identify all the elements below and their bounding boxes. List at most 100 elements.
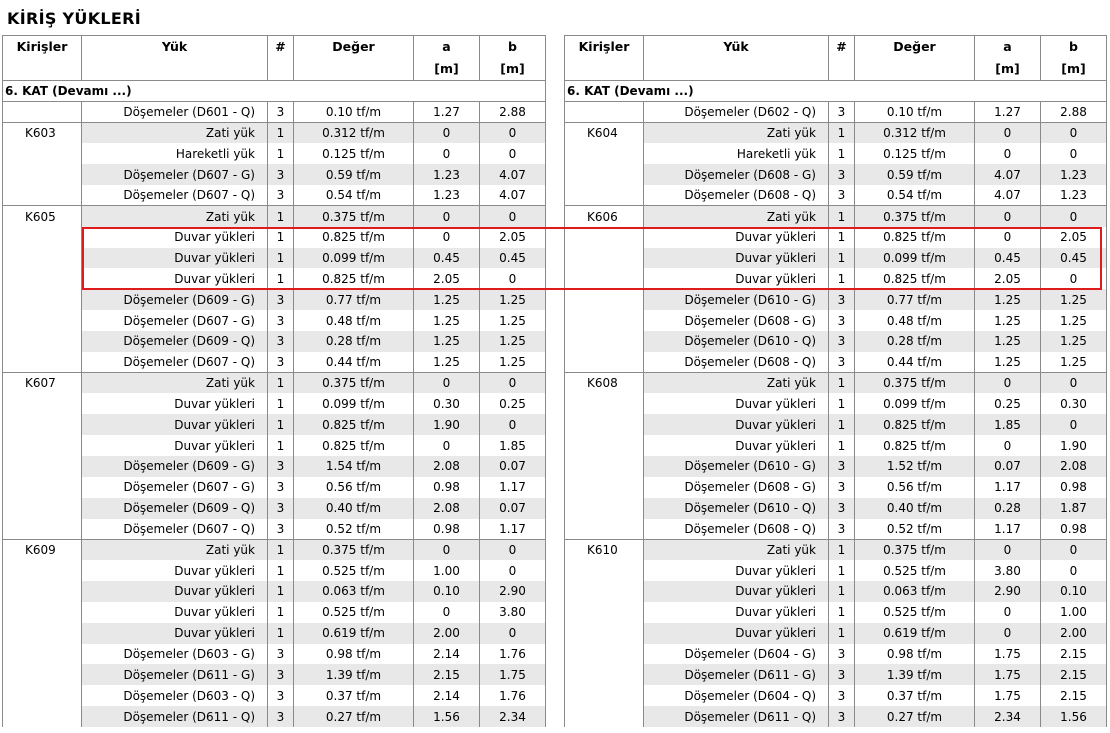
count-cell: 3 xyxy=(267,310,294,331)
a-cell: 4.07 xyxy=(974,185,1041,206)
col-header-value: Değer xyxy=(854,35,975,81)
b-cell: 0.45 xyxy=(1040,247,1107,269)
value-cell: 0.375 tf/m xyxy=(854,538,975,561)
count-cell: 3 xyxy=(828,706,855,727)
table-row: Duvar yükleri 1 0.619 tf/m 2.00 0 xyxy=(2,622,546,644)
beam-cell xyxy=(564,247,644,269)
beam-cell xyxy=(564,226,644,248)
table-row: Duvar yükleri 1 0.825 tf/m 1.85 0 xyxy=(564,414,1107,436)
table-row: Döşemeler (D607 - Q) 3 0.52 tf/m 0.98 1.17 xyxy=(2,518,546,540)
table-row: Döşemeler (D607 - G) 3 0.48 tf/m 1.25 1.25 xyxy=(2,310,546,331)
table-row: Duvar yükleri 1 0.825 tf/m 1.90 0 xyxy=(2,414,546,436)
load-cell: Duvar yükleri xyxy=(81,414,268,436)
load-cell: Döşemeler (D604 - G) xyxy=(643,643,829,665)
value-cell: 0.312 tf/m xyxy=(293,122,414,144)
beam-cell xyxy=(2,601,82,623)
load-cell: Duvar yükleri xyxy=(643,414,829,436)
value-cell: 0.825 tf/m xyxy=(293,226,414,248)
load-cell: Döşemeler (D608 - Q) xyxy=(643,351,829,373)
a-cell: 0 xyxy=(413,435,480,456)
count-cell: 1 xyxy=(828,205,855,227)
b-cell: 1.25 xyxy=(1040,330,1107,352)
b-cell: 1.25 xyxy=(1040,351,1107,373)
b-cell: 0.98 xyxy=(1040,476,1107,498)
count-cell: 3 xyxy=(267,351,294,373)
a-cell: 0.07 xyxy=(974,456,1041,477)
a-cell: 0 xyxy=(974,435,1041,456)
a-cell: 0 xyxy=(413,122,480,144)
table-row: Döşemeler (D608 - G) 3 0.56 tf/m 1.17 0.98 xyxy=(564,476,1107,498)
count-cell: 1 xyxy=(828,372,855,394)
b-cell: 4.07 xyxy=(479,185,546,206)
b-cell: 0 xyxy=(1040,560,1107,582)
a-cell: 1.75 xyxy=(974,685,1041,707)
a-cell: 1.23 xyxy=(413,185,480,206)
a-cell: 0 xyxy=(413,143,480,165)
count-cell: 1 xyxy=(267,143,294,165)
beam-cell xyxy=(2,330,82,352)
b-cell: 0 xyxy=(479,268,546,290)
table-row: Duvar yükleri 1 0.825 tf/m 0 1.85 xyxy=(2,435,546,456)
load-cell: Zati yük xyxy=(643,538,829,561)
b-cell: 2.15 xyxy=(1040,664,1107,686)
col-header-beams: Kirişler xyxy=(564,35,644,81)
a-cell: 1.25 xyxy=(974,330,1041,352)
value-cell: 0.825 tf/m xyxy=(293,268,414,290)
table-row: Hareketli yük 1 0.125 tf/m 0 0 xyxy=(564,143,1107,165)
b-cell: 0.25 xyxy=(479,393,546,415)
load-cell: Döşemeler (D602 - Q) xyxy=(643,101,829,123)
section-row: 6. KAT (Devamı ...) xyxy=(2,80,546,102)
value-cell: 0.37 tf/m xyxy=(293,685,414,707)
table-row: K603 Zati yük 1 0.312 tf/m 0 0 xyxy=(2,122,546,144)
table-row: Döşemeler (D608 - Q) 3 0.52 tf/m 1.17 0.98 xyxy=(564,518,1107,540)
col-header-a: a [m] xyxy=(413,35,480,81)
beam-cell xyxy=(2,456,82,477)
a-cell: 0.30 xyxy=(413,393,480,415)
table-row: Döşemeler (D611 - Q) 3 0.27 tf/m 1.56 2.34 xyxy=(2,706,546,727)
b-cell: 2.05 xyxy=(1040,226,1107,248)
value-cell: 0.063 tf/m xyxy=(293,581,414,602)
load-cell: Duvar yükleri xyxy=(81,247,268,269)
table-row: Döşemeler (D609 - Q) 3 0.40 tf/m 2.08 0.07 xyxy=(2,497,546,519)
col-header-a-label: a xyxy=(1003,39,1012,54)
value-cell: 0.525 tf/m xyxy=(293,560,414,582)
load-cell: Duvar yükleri xyxy=(81,560,268,582)
col-header-b-label: b xyxy=(1069,39,1078,54)
b-cell: 0 xyxy=(1040,268,1107,290)
b-cell: 0 xyxy=(479,560,546,582)
load-cell: Döşemeler (D611 - G) xyxy=(643,664,829,686)
col-header-a-label: a xyxy=(442,39,451,54)
value-cell: 0.375 tf/m xyxy=(854,205,975,227)
b-cell: 1.25 xyxy=(479,289,546,311)
count-cell: 1 xyxy=(828,268,855,290)
a-cell: 2.14 xyxy=(413,643,480,665)
b-cell: 0 xyxy=(1040,122,1107,144)
col-header-b: b [m] xyxy=(1040,35,1107,81)
value-cell: 0.28 tf/m xyxy=(854,330,975,352)
a-cell: 2.08 xyxy=(413,497,480,519)
b-cell: 2.15 xyxy=(1040,685,1107,707)
col-header-b-label: b xyxy=(508,39,517,54)
load-cell: Duvar yükleri xyxy=(643,393,829,415)
value-cell: 0.59 tf/m xyxy=(293,164,414,186)
a-cell: 1.27 xyxy=(413,101,480,123)
beam-cell xyxy=(564,497,644,519)
count-cell: 1 xyxy=(828,435,855,456)
table-row: K605 Zati yük 1 0.375 tf/m 0 0 xyxy=(2,205,546,227)
load-cell: Hareketli yük xyxy=(643,143,829,165)
table-row: Döşemeler (D602 - Q) 3 0.10 tf/m 1.27 2.88 xyxy=(564,101,1107,123)
a-cell: 0 xyxy=(413,601,480,623)
beam-cell: K608 xyxy=(564,372,644,394)
count-cell: 3 xyxy=(267,164,294,186)
b-cell: 3.80 xyxy=(479,601,546,623)
load-cell: Duvar yükleri xyxy=(643,601,829,623)
load-cell: Hareketli yük xyxy=(81,143,268,165)
table-row: Döşemeler (D610 - G) 3 0.77 tf/m 1.25 1.25 xyxy=(564,289,1107,311)
b-cell: 2.00 xyxy=(1040,622,1107,644)
count-cell: 3 xyxy=(828,456,855,477)
beam-cell xyxy=(2,351,82,373)
load-cell: Döşemeler (D609 - G) xyxy=(81,289,268,311)
value-cell: 0.375 tf/m xyxy=(293,205,414,227)
beam-cell xyxy=(2,435,82,456)
b-cell: 0.07 xyxy=(479,456,546,477)
